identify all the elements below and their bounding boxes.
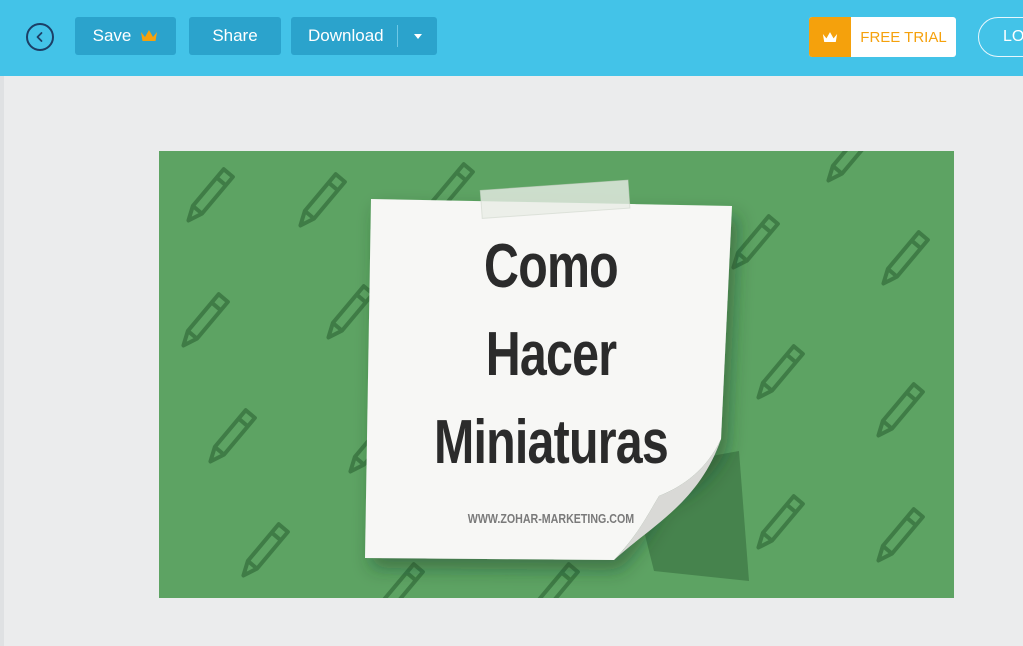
download-dropdown-toggle[interactable] [398,33,437,40]
pencil-icon [876,230,930,290]
design-canvas[interactable]: Como Hacer Miniaturas WWW.ZOHAR-MARKETIN… [159,151,954,598]
login-button[interactable]: LOG IN [978,17,1023,57]
free-trial-label: FREE TRIAL [860,28,947,46]
pencil-icon [293,172,347,232]
caret-down-icon [413,33,422,39]
login-label: LOG IN [1003,28,1023,45]
free-trial-button[interactable]: FREE TRIAL [809,17,956,57]
design-title[interactable]: Como Hacer Miniaturas [418,223,683,487]
title-line: Miniaturas [433,408,669,477]
pencil-icon [371,562,425,598]
download-button-label: Download [308,26,384,45]
pencil-icon [526,562,580,598]
save-button-label: Save [92,26,132,45]
pencil-icon [181,167,235,227]
chevron-left-icon [36,32,43,42]
pencil-icon [321,284,375,344]
pencil-icon [871,382,925,442]
pencil-icon [871,507,925,567]
pencil-icon [726,214,780,274]
design-website-text[interactable]: WWW.ZOHAR-MARKETING.COM [435,511,668,526]
share-button-label: Share [212,26,258,45]
save-button[interactable]: Save [75,17,176,55]
pencil-icon [203,408,257,468]
back-button[interactable] [26,23,54,51]
pencil-icon [236,522,290,582]
pencil-icon [821,151,875,187]
pencil-icon [176,292,230,352]
crown-icon [809,17,851,57]
pencil-icon [751,344,805,404]
download-button[interactable]: Download [291,17,437,55]
workspace-edge [0,76,4,646]
title-line: Como [484,232,619,301]
top-toolbar: Save Share Download FREE TRIAL LOG IN [0,0,1023,76]
share-button[interactable]: Share [189,17,281,55]
crown-icon [140,29,158,43]
title-line: Hacer [485,320,617,389]
pencil-icon [751,494,805,554]
